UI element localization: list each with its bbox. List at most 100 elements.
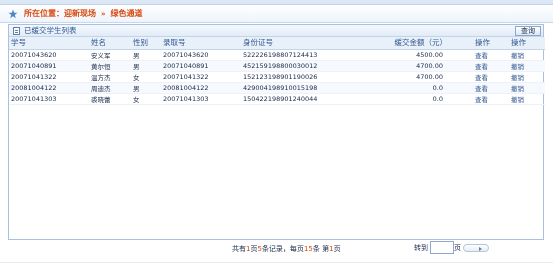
jump-unit: 页 (454, 243, 461, 252)
header-name: 姓名 (89, 37, 131, 50)
breadcrumb-level2: 绿色通道 (110, 9, 143, 18)
table-cell: 查看 (473, 82, 509, 94)
cell-gender: 男 (133, 62, 140, 71)
pager-text: 页 (333, 245, 341, 253)
cell-student-id: 20071041322 (11, 72, 57, 81)
panel-header: 已缓交学生列表 查询 (9, 25, 543, 37)
table-cell: 20071041303 (161, 93, 241, 105)
table-cell: 黄尔恒 (89, 60, 131, 72)
table-row: 20071041322 温方杰 女 20071041322 15212319890119… (9, 71, 545, 83)
jump-go-button[interactable] (463, 243, 489, 252)
table-cell: 522226198807124413 (241, 49, 341, 61)
query-button[interactable]: 查询 (515, 26, 541, 36)
table-cell: 撤销 (509, 82, 545, 94)
header-id-card: 身份证号 (241, 37, 341, 50)
pager-text: 条记录，每页 (261, 245, 304, 253)
header-gender: 性别 (131, 37, 161, 50)
cell-id-card: 522226198807124413 (243, 50, 318, 59)
cell-gender: 女 (133, 73, 140, 82)
table-cell: 女 (131, 93, 161, 105)
cell-name: 黄尔恒 (91, 62, 111, 71)
cell-deferred-amount: 4700.00 (416, 61, 443, 70)
table-cell: 撤销 (509, 93, 545, 105)
cell-student-id: 20071041303 (11, 94, 57, 103)
table-cell: 20071040891 (161, 60, 241, 72)
table-row: 20081004122 周迪杰 男 20081004122 42900419891001… (9, 82, 545, 94)
cell-deferred-amount: 0.0 (432, 83, 443, 92)
jump-page-input[interactable] (430, 241, 454, 254)
pagination-summary: 共有1页5条记录，每页15条 第1页 (232, 244, 341, 254)
pager-text: 条 第 (312, 245, 330, 253)
table-cell: 20071043620 (9, 49, 89, 61)
cell-student-id: 20071040891 (11, 61, 57, 70)
cell-name: 温方杰 (91, 73, 111, 82)
cell-name: 周迪杰 (91, 84, 111, 93)
table-cell: 4500.00 (341, 49, 473, 61)
breadcrumb-level1[interactable]: 迎新现场 (64, 8, 96, 19)
view-link[interactable]: 查看 (475, 85, 488, 93)
table-cell: 查看 (473, 60, 509, 72)
table-cell: 20081004122 (161, 82, 241, 94)
view-link[interactable]: 查看 (475, 63, 488, 71)
table-cell: 查看 (473, 71, 509, 83)
cell-admission-no: 20081004122 (163, 83, 209, 92)
table-cell: 4700.00 (341, 60, 473, 72)
table-cell: 查看 (473, 49, 509, 61)
table-cell: 20071041322 (161, 71, 241, 83)
table-cell: 撤销 (509, 49, 545, 61)
table-cell: 温方杰 (89, 71, 131, 83)
location-star-icon (8, 9, 18, 18)
cell-id-card: 452159198800030012 (243, 61, 318, 70)
cell-student-id: 20071043620 (11, 50, 57, 59)
cell-admission-no: 20071043620 (163, 50, 209, 59)
deferred-students-panel: 已缓交学生列表 查询 学号 姓名 性别 录取号 身份证号 缓交金额（元） 操作 … (8, 24, 545, 240)
table-cell: 0.0 (341, 93, 473, 105)
table-cell: 0.0 (341, 82, 473, 94)
cell-admission-no: 20071041303 (163, 94, 209, 103)
header-action-view: 操作 (473, 37, 509, 50)
cell-admission-no: 20071040891 (163, 61, 209, 70)
cell-admission-no: 20071041322 (163, 72, 209, 81)
cell-id-card: 150422198901240044 (243, 94, 318, 103)
cell-name: 裘晓蕾 (91, 95, 111, 104)
header-action-cancel: 操作 (509, 37, 545, 50)
cancel-link[interactable]: 撤销 (511, 85, 524, 93)
panel-title: 已缓交学生列表 (24, 26, 77, 35)
table-cell: 20071043620 (161, 49, 241, 61)
table-cell: 4700.00 (341, 71, 473, 83)
table-cell: 20071040891 (9, 60, 89, 72)
header-deferred-amount: 缓交金额（元） (341, 37, 473, 50)
table-cell: 女 (131, 71, 161, 83)
document-icon (13, 26, 20, 35)
breadcrumb-prefix: 所在位置： (24, 9, 64, 18)
jump-label: 转到 (414, 243, 428, 252)
view-link[interactable]: 查看 (475, 96, 488, 104)
pager-page-size: 15 (303, 245, 313, 253)
table-cell: 撤销 (509, 71, 545, 83)
cell-student-id: 20081004122 (11, 83, 57, 92)
table-cell: 男 (131, 82, 161, 94)
cell-gender: 男 (133, 84, 140, 93)
table-cell: 裘晓蕾 (89, 93, 131, 105)
header-admission-no: 录取号 (161, 37, 241, 50)
view-link[interactable]: 查看 (475, 74, 488, 82)
table-header-row: 学号 姓名 性别 录取号 身份证号 缓交金额（元） 操作 操作 (9, 37, 545, 50)
cell-gender: 女 (133, 95, 140, 104)
cancel-link[interactable]: 撤销 (511, 63, 524, 71)
cancel-link[interactable]: 撤销 (511, 52, 524, 60)
view-link[interactable]: 查看 (475, 52, 488, 60)
table-cell: 452159198800030012 (241, 60, 341, 72)
cancel-link[interactable]: 撤销 (511, 96, 524, 104)
cell-gender: 男 (133, 51, 140, 60)
cell-deferred-amount: 4500.00 (416, 50, 443, 59)
table-cell: 男 (131, 60, 161, 72)
table-row: 20071040891 黄尔恒 男 20071040891 45215919880003… (9, 60, 545, 72)
pager-text: 共有 (232, 245, 246, 253)
page-jump: 转到 页 (414, 241, 489, 254)
table-cell: 20081004122 (9, 82, 89, 94)
cancel-link[interactable]: 撤销 (511, 74, 524, 82)
breadcrumb-separator: » (101, 9, 106, 18)
table-cell: 150422198901240044 (241, 93, 341, 105)
table-cell: 安义军 (89, 49, 131, 61)
table-cell: 周迪杰 (89, 82, 131, 94)
